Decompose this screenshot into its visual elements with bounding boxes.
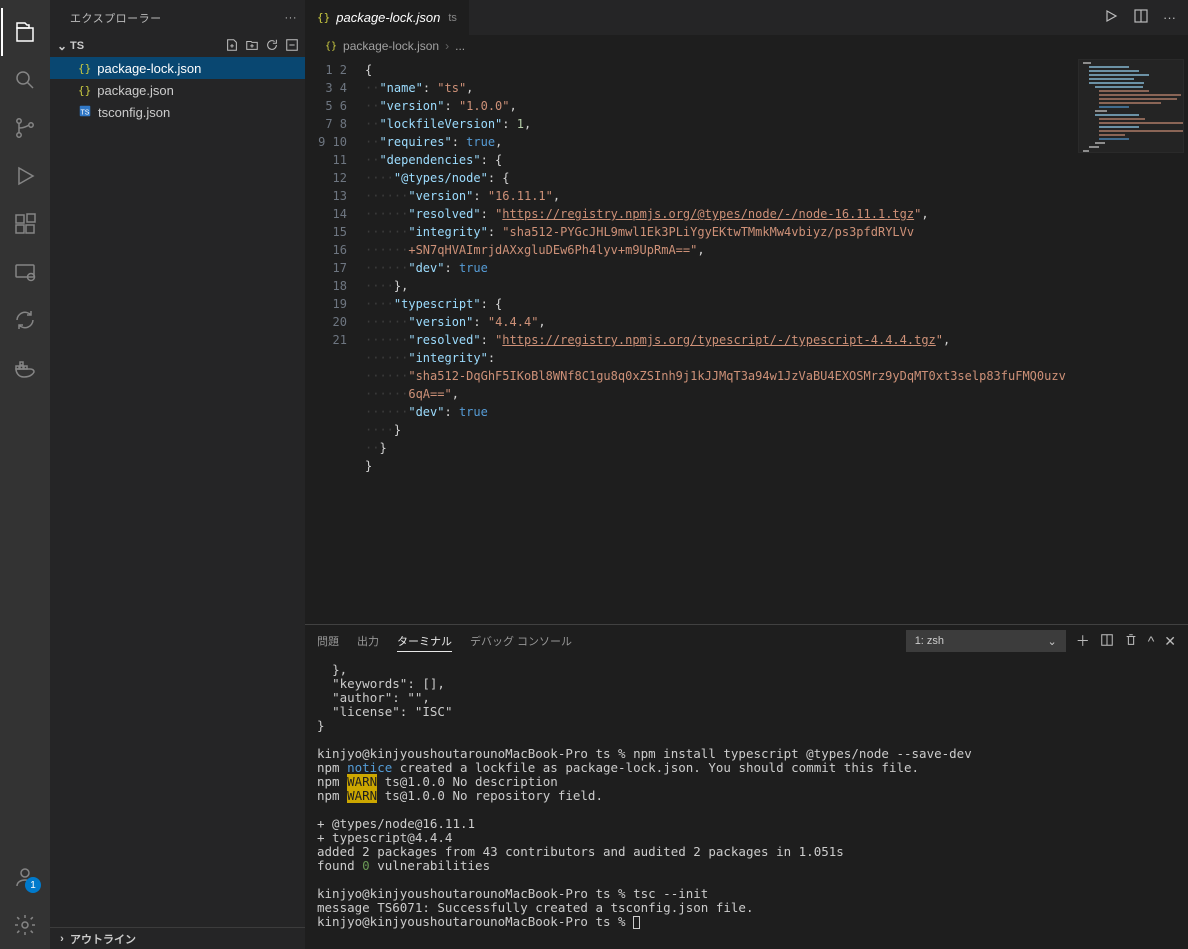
tabs-row: {} package-lock.json ts ··· bbox=[305, 0, 1188, 35]
chevron-right-icon: › bbox=[54, 933, 70, 945]
accounts-badge: 1 bbox=[25, 877, 41, 893]
new-folder-icon[interactable] bbox=[245, 38, 259, 55]
file-item[interactable]: TS tsconfig.json bbox=[50, 101, 305, 123]
folder-name: TS bbox=[70, 40, 84, 52]
close-panel-icon[interactable]: ✕ bbox=[1164, 633, 1176, 650]
svg-text:TS: TS bbox=[81, 109, 90, 116]
file-list: {} package-lock.json {} package.json TS tscon… bbox=[50, 57, 305, 927]
sync-icon[interactable] bbox=[1, 296, 49, 344]
chevron-down-icon: ⌄ bbox=[54, 39, 70, 53]
minimap[interactable] bbox=[1078, 59, 1184, 624]
search-icon[interactable] bbox=[1, 56, 49, 104]
tab-folder: ts bbox=[448, 12, 457, 24]
terminal-content[interactable]: }, "keywords": [], "author": "", "licens… bbox=[305, 657, 1188, 949]
sidebar-title: エクスプローラー bbox=[70, 10, 162, 26]
chevron-right-icon: › bbox=[445, 39, 449, 53]
extensions-icon[interactable] bbox=[1, 200, 49, 248]
ts-icon: TS bbox=[78, 104, 92, 121]
outline-header[interactable]: › アウトライン bbox=[50, 927, 305, 949]
gutter: 1 2 3 4 5 6 7 8 9 10 11 12 13 14 15 16 1… bbox=[305, 57, 365, 624]
tab-problems[interactable]: 問題 bbox=[317, 631, 339, 651]
breadcrumb-tail: ... bbox=[455, 39, 465, 53]
run-icon[interactable] bbox=[1103, 8, 1119, 27]
editor[interactable]: 1 2 3 4 5 6 7 8 9 10 11 12 13 14 15 16 1… bbox=[305, 57, 1188, 624]
source-control-icon[interactable] bbox=[1, 104, 49, 152]
tab-terminal[interactable]: ターミナル bbox=[397, 631, 452, 652]
sidebar: エクスプローラー ··· ⌄ TS {}package-lock. bbox=[50, 0, 305, 949]
breadcrumb-file: package-lock.json bbox=[343, 39, 439, 53]
remote-icon[interactable] bbox=[1, 248, 49, 296]
file-item[interactable]: {} package.json bbox=[50, 79, 305, 101]
new-file-icon[interactable] bbox=[225, 38, 239, 55]
chevron-down-icon: ⌄ bbox=[1047, 635, 1056, 648]
terminal-picker[interactable]: 1: zsh ⌄ bbox=[906, 630, 1066, 652]
file-item[interactable]: {} package-lock.json bbox=[50, 57, 305, 79]
folder-header[interactable]: ⌄ TS bbox=[50, 35, 305, 57]
tab-debug-console[interactable]: デバッグ コンソール bbox=[470, 631, 572, 651]
file-name: package-lock.json bbox=[97, 61, 201, 76]
main-area: {} package-lock.json ts ··· {} package-l… bbox=[305, 0, 1188, 949]
accounts-icon[interactable]: 1 bbox=[1, 853, 49, 901]
tab-output[interactable]: 出力 bbox=[357, 631, 379, 651]
file-name: tsconfig.json bbox=[98, 105, 170, 120]
json-icon: {} bbox=[317, 11, 330, 24]
run-debug-icon[interactable] bbox=[1, 152, 49, 200]
settings-gear-icon[interactable] bbox=[1, 901, 49, 949]
more-icon[interactable]: ··· bbox=[285, 12, 298, 24]
collapse-icon[interactable] bbox=[285, 38, 299, 55]
sidebar-header: エクスプローラー ··· bbox=[50, 0, 305, 35]
terminal-picker-label: 1: zsh bbox=[915, 635, 944, 647]
json-icon: {} bbox=[78, 84, 91, 97]
json-icon: {} bbox=[325, 41, 337, 52]
outline-label: アウトライン bbox=[70, 931, 136, 947]
tab-label: package-lock.json bbox=[336, 10, 440, 25]
panel: 問題 出力 ターミナル デバッグ コンソール 1: zsh ⌄ ＋ ^ ✕ },… bbox=[305, 624, 1188, 949]
maximize-panel-icon[interactable]: ^ bbox=[1148, 633, 1155, 649]
json-icon: {} bbox=[78, 62, 91, 75]
more-actions-icon[interactable]: ··· bbox=[1163, 10, 1176, 25]
code-content[interactable]: { ··"name": "ts", ··"version": "1.0.0", … bbox=[365, 57, 1188, 624]
activity-bar: 1 bbox=[0, 0, 50, 949]
kill-terminal-icon[interactable] bbox=[1124, 633, 1138, 650]
new-terminal-icon[interactable]: ＋ bbox=[1076, 631, 1090, 651]
panel-tabs: 問題 出力 ターミナル デバッグ コンソール 1: zsh ⌄ ＋ ^ ✕ bbox=[305, 625, 1188, 657]
docker-icon[interactable] bbox=[1, 344, 49, 392]
file-name: package.json bbox=[97, 83, 174, 98]
explorer-icon[interactable] bbox=[1, 8, 49, 56]
tab-package-lock[interactable]: {} package-lock.json ts bbox=[305, 0, 470, 35]
split-icon[interactable] bbox=[1133, 8, 1149, 27]
breadcrumb[interactable]: {} package-lock.json › ... bbox=[305, 35, 1188, 57]
split-terminal-icon[interactable] bbox=[1100, 633, 1114, 650]
refresh-icon[interactable] bbox=[265, 38, 279, 55]
